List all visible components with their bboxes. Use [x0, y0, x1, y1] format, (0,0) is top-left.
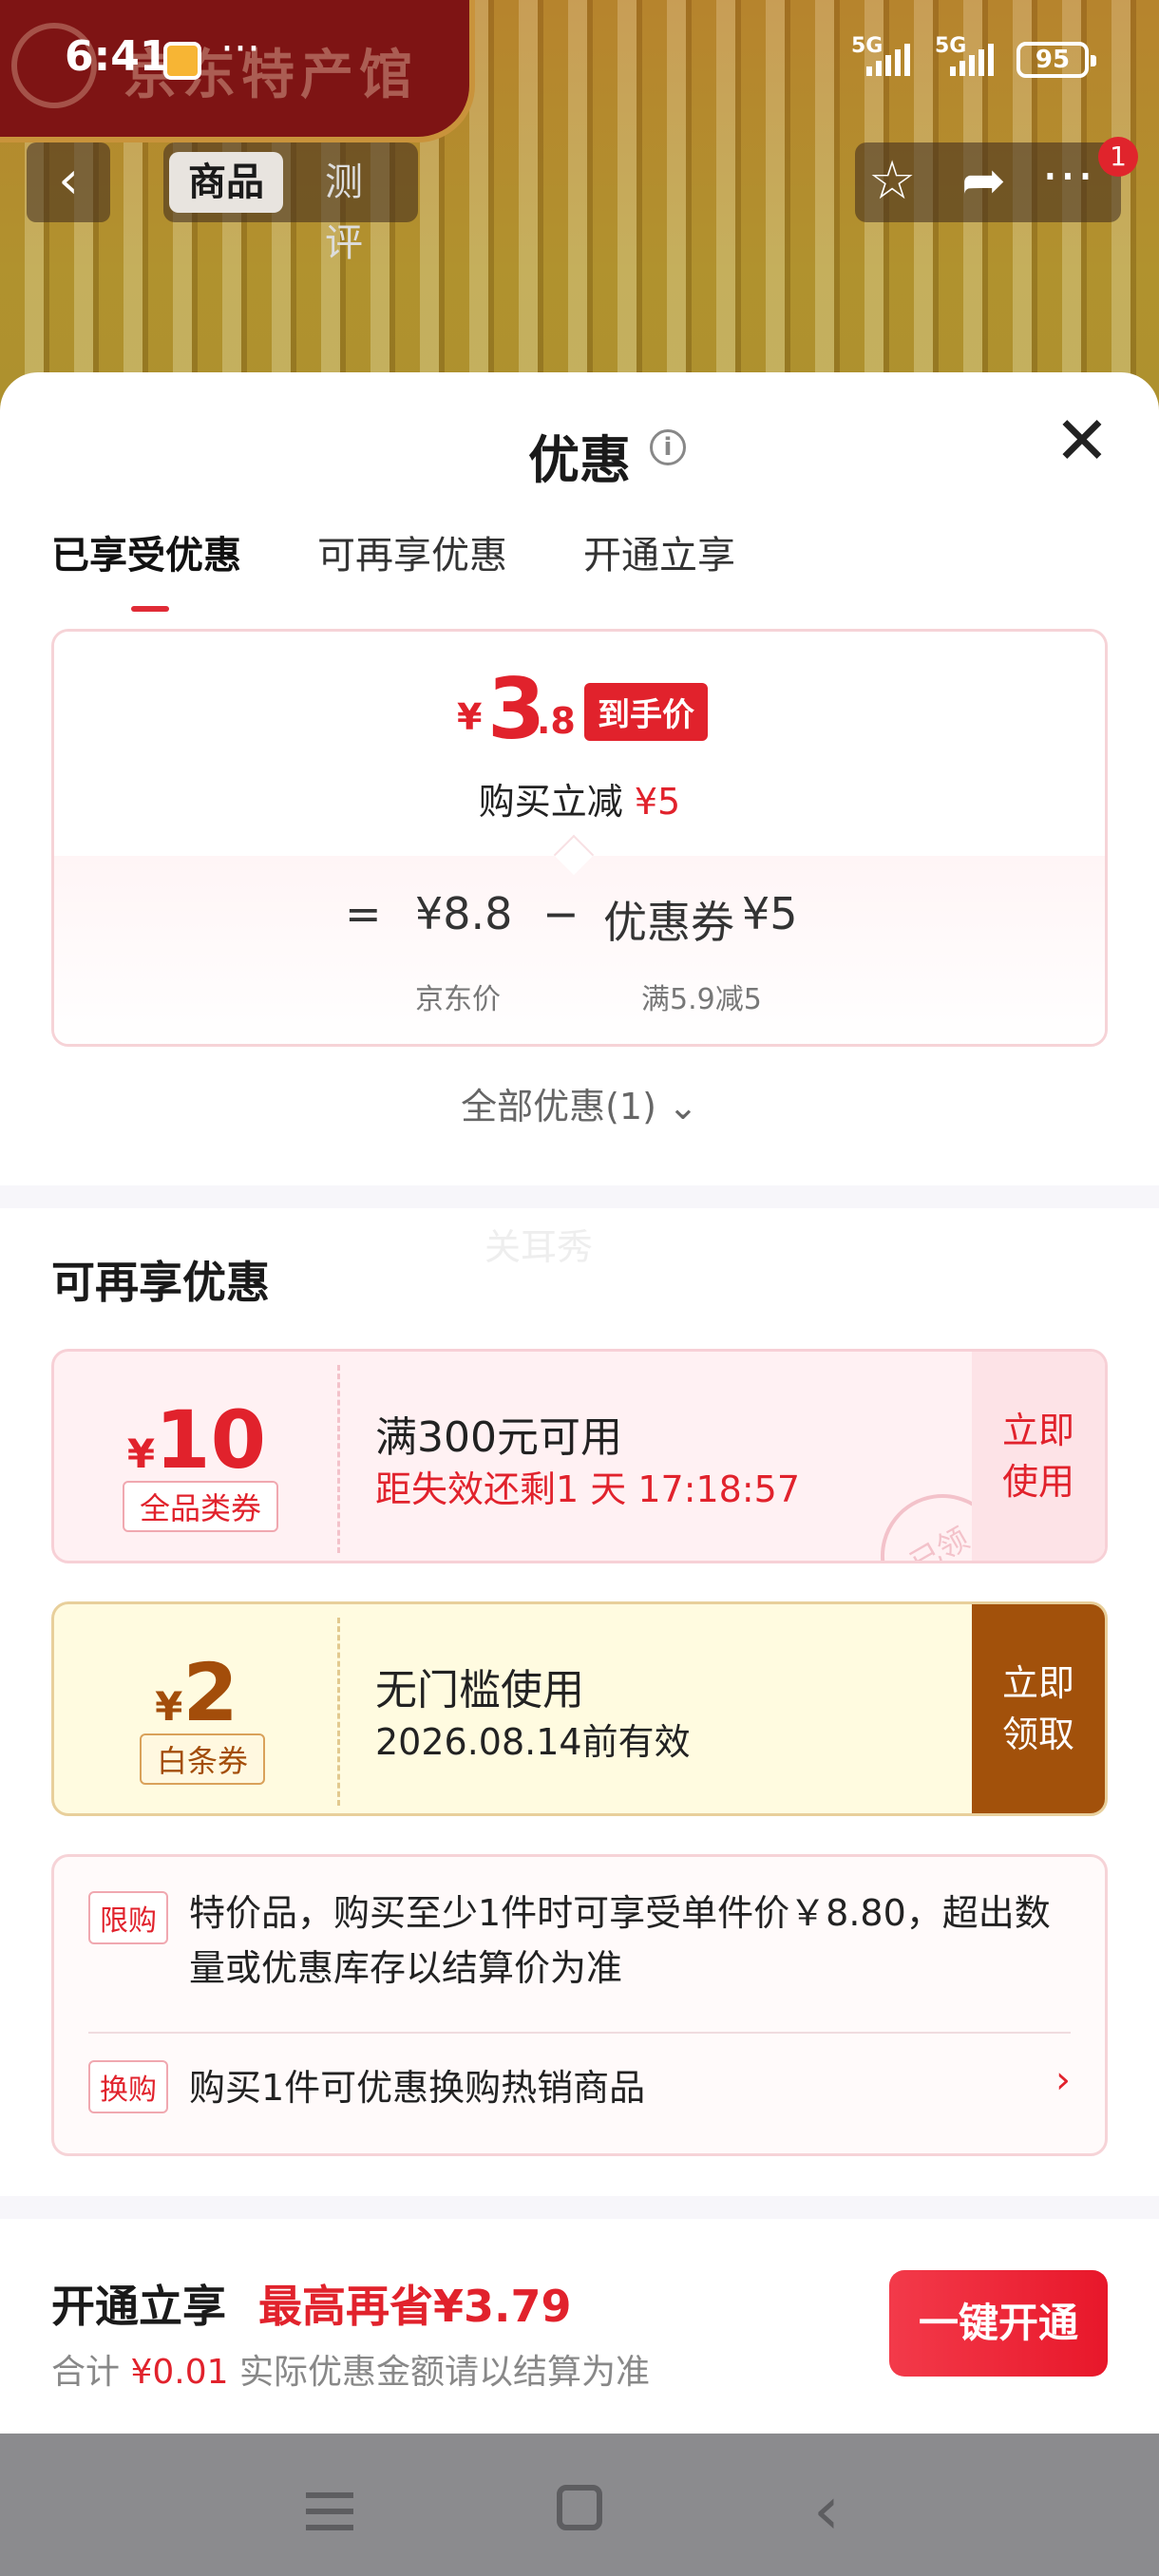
coupon-amount: 2 — [182, 1646, 238, 1739]
faded-text: 关耳秀 — [484, 1226, 594, 1268]
top-actions: ☆ ➦ ⋯ — [855, 142, 1121, 222]
notification-badge: 1 — [1098, 137, 1138, 177]
tab-open-enjoy[interactable]: 开通立享 — [583, 524, 735, 579]
final-price-tag: 到手价 — [584, 683, 708, 741]
section-divider — [0, 1185, 1159, 1208]
jd-price-label: 京东价 — [415, 983, 501, 1016]
coupon-currency: ¥ — [155, 1683, 183, 1730]
coupon-currency: ¥ — [126, 1430, 156, 1477]
all-discounts-label: 全部优惠(1) — [461, 1086, 656, 1127]
formula-equals: = — [345, 888, 382, 939]
home-icon[interactable] — [557, 2485, 602, 2530]
coupon-rule-label: 满5.9减5 — [641, 983, 762, 1016]
status-time: 6:41 — [65, 32, 169, 81]
section-title: 可再享优惠 — [51, 1257, 270, 1308]
coupon-amount: 10 — [155, 1393, 267, 1487]
total-line: 合计 ¥0.01 实际优惠金额请以结算为准 — [51, 2344, 650, 2394]
star-icon[interactable]: ☆ — [868, 150, 916, 212]
coupon-title: 满300元可用 — [375, 1413, 622, 1462]
one-click-open-button[interactable]: 一键开通 — [889, 2270, 1108, 2377]
final-price-card: ¥ 3 .8 到手价 购买立减 ¥5 = ¥8.8 − 优惠券 ¥5 京东价 满… — [51, 629, 1108, 1047]
tab-product[interactable]: 商品 — [169, 152, 283, 213]
claim-now-button[interactable]: 立即领取 — [972, 1604, 1105, 1813]
open-enjoy-title: 开通立享 — [51, 2281, 226, 2332]
tab-enjoyed[interactable]: 已享受优惠 — [51, 524, 241, 612]
tab-review[interactable]: 测评 — [306, 152, 418, 265]
coupon-card: ¥10 全品类券 满300元可用 距失效还剩1 天 17:18:57 已领 立即… — [51, 1349, 1108, 1563]
price-currency: ¥ — [457, 696, 483, 738]
coupon-title: 无门槛使用 — [375, 1666, 584, 1714]
section-divider — [0, 2196, 1159, 2219]
formula-coupon-label: 优惠券 — [603, 897, 734, 948]
total-value: ¥0.01 — [130, 2353, 229, 2392]
coupon-kind-badge: 白条券 — [140, 1733, 266, 1785]
all-discounts-link[interactable]: 全部优惠(1) ⌄ — [0, 1077, 1159, 1129]
discount-sheet: 优惠 i ✕ 已享受优惠 可再享优惠 开通立享 ¥ 3 .8 到手价 购买立减 … — [0, 372, 1159, 2434]
total-label: 合计 — [51, 2353, 121, 2392]
promotion-notes: 限购 特价品，购买至少1件时可享受单件价￥8.80，超出数量或优惠库存以结算价为… — [51, 1854, 1108, 2156]
coupon-countdown: 距失效还剩1 天 17:18:57 — [375, 1468, 801, 1510]
price-decimal: .8 — [537, 700, 576, 742]
status-bar: 6:41 ··· 5G 5G 95 — [0, 0, 1159, 114]
total-note: 实际优惠金额请以结算为准 — [238, 2353, 650, 2392]
formula-jd-price: ¥8.8 — [415, 888, 513, 939]
notification-app-icon — [163, 42, 201, 80]
notes-separator — [88, 2032, 1071, 2034]
reduction-label: 购买立减 — [478, 781, 623, 823]
coupon-divider — [337, 1365, 340, 1553]
use-now-label: 立即使用 — [1001, 1410, 1074, 1503]
max-saving-text: 最高再省¥3.79 — [258, 2281, 572, 2332]
share-icon[interactable]: ➦ — [961, 150, 1006, 212]
tab-more-available[interactable]: 可再享优惠 — [317, 524, 507, 579]
signal-icon-2 — [950, 42, 994, 76]
battery-icon: 95 — [1016, 42, 1096, 78]
reduction-value: ¥5 — [634, 781, 681, 823]
sheet-title: 优惠 — [528, 430, 631, 490]
back-button[interactable]: ‹ — [27, 142, 110, 222]
purchase-reduction: 购买立减 ¥5 — [54, 772, 1105, 824]
signal-icon-1 — [866, 42, 910, 76]
coupon-kind-badge: 全品类券 — [123, 1481, 279, 1532]
menu-icon[interactable] — [306, 2492, 353, 2530]
formula-coupon-value: ¥5 — [742, 888, 798, 939]
formula-minus: − — [542, 888, 580, 939]
coupon-divider — [337, 1618, 340, 1806]
info-icon[interactable]: i — [650, 429, 686, 465]
close-icon[interactable]: ✕ — [1051, 407, 1113, 475]
chevron-right-icon: › — [1055, 2058, 1071, 2102]
sheet-tabs: 已享受优惠 可再享优惠 开通立享 — [51, 524, 735, 612]
back-icon[interactable]: ‹ — [813, 2472, 840, 2549]
page-tabs: 商品 测评 — [163, 142, 418, 265]
chevron-down-icon: ⌄ — [668, 1086, 698, 1127]
claim-now-label: 立即领取 — [1001, 1662, 1074, 1755]
limit-purchase-tag: 限购 — [88, 1891, 168, 1944]
status-more: ··· — [220, 25, 260, 73]
coupon-expiry: 2026.08.14前有效 — [375, 1721, 691, 1763]
system-navigation-bar: ‹ — [0, 2434, 1159, 2576]
trade-in-tag: 换购 — [88, 2060, 168, 2113]
trade-in-text: 购买1件可优惠换购热销商品 — [189, 2067, 646, 2109]
use-now-button[interactable]: 立即使用 — [972, 1352, 1105, 1561]
coupon-card: ¥2 白条券 无门槛使用 2026.08.14前有效 立即领取 — [51, 1601, 1108, 1816]
limit-purchase-text: 特价品，购买至少1件时可享受单件价￥8.80，超出数量或优惠库存以结算价为准 — [189, 1892, 1051, 1989]
more-icon[interactable]: ⋯ — [1041, 144, 1094, 206]
